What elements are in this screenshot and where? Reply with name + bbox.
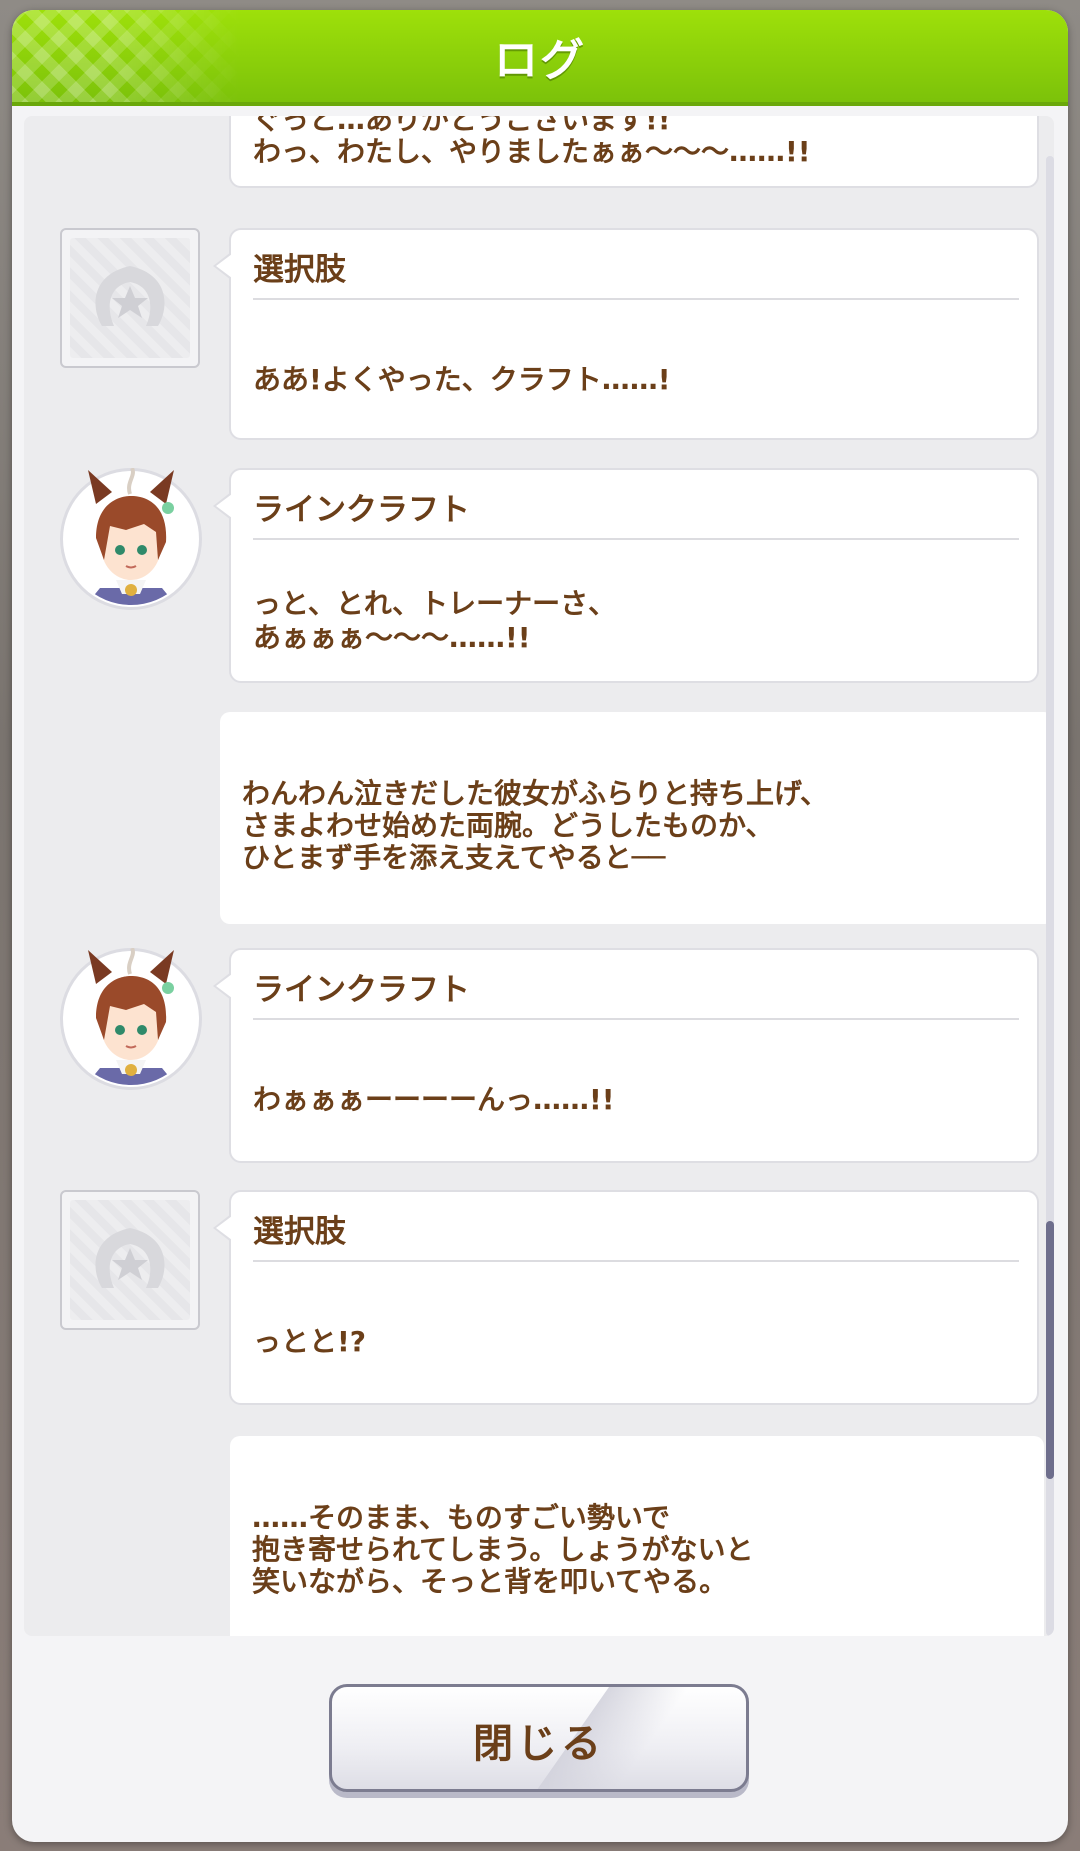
- speaker-name: 選択肢: [253, 1214, 346, 1250]
- close-button-label: 閉じる: [473, 1721, 605, 1767]
- scrollbar-thumb[interactable]: [1046, 1221, 1054, 1479]
- scrollbar-track[interactable]: [1046, 156, 1054, 1636]
- dialogue-line: わっ、わたし、やりましたぁぁ～～～……!!: [253, 135, 811, 168]
- modal-header: ログ: [12, 10, 1068, 106]
- log-entry: 選択肢 ああ!よくやった、クラフト……!: [24, 228, 1054, 440]
- dialogue-line: ああ!よくやった、クラフト……!: [253, 363, 671, 396]
- narration-box: ……そのまま、ものすごい勢いで 抱き寄せられてしまう。しょうがないと 笑いながら…: [230, 1436, 1044, 1636]
- speaker-name: 選択肢: [253, 252, 346, 288]
- character-portrait-icon: [65, 948, 197, 1085]
- speaker-name: ラインクラフト: [253, 492, 470, 528]
- log-entry: ぐっと…ありがとうございます!! わっ、わたし、やりましたぁぁ～～～……!!: [24, 116, 1054, 196]
- horseshoe-star-icon: [95, 1228, 165, 1288]
- divider: [253, 538, 1019, 540]
- dialogue-bubble: ラインクラフト っと、とれ、トレーナーさ、 あぁぁぁ～～～……!!: [213, 468, 1039, 683]
- divider: [253, 298, 1019, 300]
- horseshoe-star-icon: [95, 266, 165, 326]
- narration-line: 笑いながら、そっと背を叩いてやる。: [252, 1565, 728, 1598]
- choice-avatar: [60, 1190, 204, 1334]
- choice-avatar: [60, 228, 204, 372]
- log-entry: ラインクラフト っと、とれ、トレーナーさ、 あぁぁぁ～～～……!!: [24, 468, 1054, 683]
- dialogue-bubble: ラインクラフト わぁぁぁーーーーんっ……!!: [213, 948, 1039, 1163]
- narration-line: ひとまず手を添え支えてやると──: [242, 841, 666, 874]
- log-entry: 選択肢 っとと!?: [24, 1190, 1054, 1405]
- divider: [253, 1260, 1019, 1262]
- dialogue-bubble: 選択肢 っとと!?: [213, 1190, 1039, 1405]
- speaker-name: ラインクラフト: [253, 972, 470, 1008]
- dialogue-bubble: 選択肢 ああ!よくやった、クラフト……!: [213, 228, 1039, 440]
- dialogue-line: わぁぁぁーーーーんっ……!!: [253, 1083, 615, 1116]
- dialogue-line: あぁぁぁ～～～……!!: [253, 621, 531, 654]
- modal-title: ログ: [494, 35, 586, 86]
- narration-box: わんわん泣きだした彼女がふらりと持ち上げ、 さまよわせ始めた両腕。どうしたものか…: [220, 712, 1054, 924]
- log-scroll-area[interactable]: ぐっと…ありがとうございます!! わっ、わたし、やりましたぁぁ～～～……!! 選…: [24, 116, 1054, 1636]
- character-portrait-icon: [65, 468, 197, 605]
- log-modal: ログ ぐっと…ありがとうございます!! わっ、わたし、やりましたぁぁ～～～……!…: [12, 10, 1068, 1842]
- close-button[interactable]: 閉じる: [329, 1684, 749, 1792]
- character-avatar: [60, 468, 204, 612]
- divider: [253, 1018, 1019, 1020]
- log-entry: ラインクラフト わぁぁぁーーーーんっ……!!: [24, 948, 1054, 1163]
- character-avatar: [60, 948, 204, 1092]
- dialogue-line: っとと!?: [253, 1325, 367, 1358]
- dialogue-bubble: ぐっと…ありがとうございます!! わっ、わたし、やりましたぁぁ～～～……!!: [229, 116, 1039, 188]
